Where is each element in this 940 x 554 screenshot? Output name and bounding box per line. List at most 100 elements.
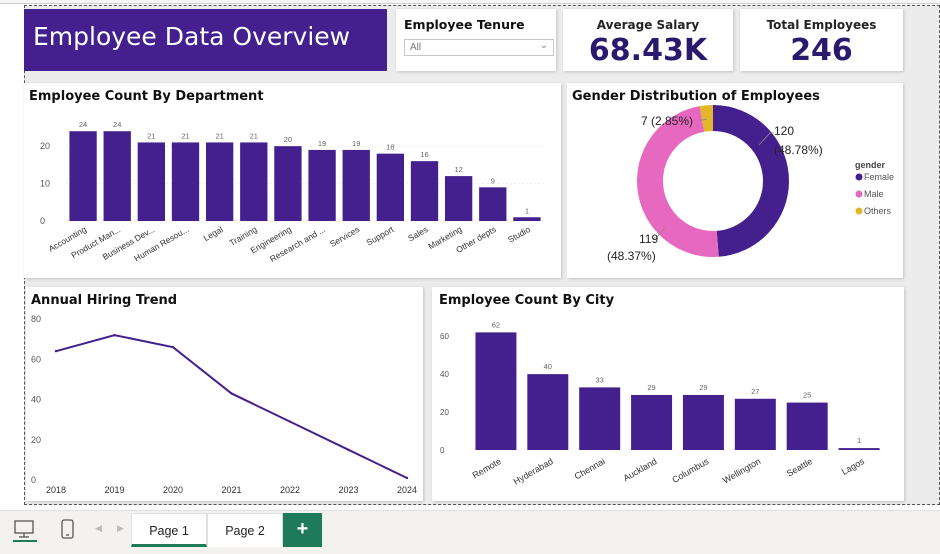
desktop-view-icon[interactable] [12, 517, 38, 542]
bar [274, 146, 302, 221]
x-tick-label: 2020 [163, 485, 183, 495]
data-label-others: 7 (2.85%) [641, 114, 693, 128]
bar [631, 394, 673, 450]
tenure-dropdown[interactable]: All ⌄ [404, 39, 554, 56]
x-tick-label: Seattle [785, 456, 814, 479]
next-page-icon[interactable]: ▶ [117, 523, 124, 534]
add-page-button[interactable]: + [283, 513, 322, 547]
tenure-slicer[interactable]: Employee Tenure All ⌄ [396, 9, 556, 71]
data-label: 16 [420, 150, 428, 159]
gender-donut-chart[interactable]: 120 (48.78%) 119 (48.37%) 7 (2.85%) gender Fem… [567, 83, 903, 278]
legend-entry: Female [864, 172, 894, 182]
y-tick-label: 0 [40, 216, 45, 226]
department-chart-card[interactable]: Employee Count By Department 0 10 20 24 Acco… [24, 83, 561, 278]
data-label: 62 [492, 320, 500, 329]
bar [479, 187, 507, 221]
legend-entry: Others [864, 206, 892, 216]
y-tick-label: 0 [31, 475, 36, 485]
data-label-female-pct: (48.78%) [774, 143, 823, 157]
x-tick-label: Sales [406, 224, 429, 243]
bar [579, 387, 621, 450]
bar [410, 161, 439, 221]
city-bar-chart[interactable]: 0 20 40 60 62 Remote 40 Hyderabad 33 Chennai 29 Auc… [432, 287, 904, 501]
x-tick-label: 2023 [338, 485, 358, 495]
x-tick-label: Wellington [721, 456, 762, 486]
data-label: 24 [113, 120, 121, 129]
x-tick-label: Chennai [573, 456, 607, 481]
x-tick-label: 2021 [221, 485, 241, 495]
data-label: 19 [352, 139, 360, 148]
x-tick-label: Hyderabad [512, 456, 555, 487]
gender-chart-card[interactable]: Gender Distribution of Employees 120 (48.… [567, 83, 903, 278]
data-label: 29 [699, 383, 707, 392]
city-chart-card[interactable]: Employee Count By City 0 20 40 60 62 Remote 40… [432, 287, 904, 501]
data-label-female-count: 120 [774, 124, 794, 138]
x-tick-label: 2019 [104, 485, 124, 495]
legend-title: gender [855, 160, 886, 170]
bar [475, 332, 517, 450]
data-point [230, 392, 233, 395]
total-employees-label: Total Employees [766, 18, 877, 32]
data-label: 24 [79, 120, 87, 129]
y-tick-label: 20 [440, 408, 449, 417]
bar [240, 142, 268, 221]
bar [103, 131, 131, 221]
x-tick-label: Support [365, 224, 396, 248]
ribbon-strip [0, 0, 940, 4]
data-label: 21 [250, 131, 258, 140]
bar [137, 142, 166, 221]
avg-salary-label: Average Salary [596, 18, 700, 32]
data-point [405, 476, 409, 480]
bar [513, 217, 541, 221]
data-point [171, 345, 175, 349]
data-label: 19 [318, 139, 326, 148]
y-tick-label: 40 [31, 395, 41, 405]
tab-page-2[interactable]: Page 2 [207, 513, 283, 547]
legend-marker [855, 173, 863, 181]
bar [527, 374, 569, 450]
previous-page-icon[interactable]: ◀ [95, 523, 102, 534]
y-tick-label: 80 [31, 314, 41, 324]
avg-salary-card: Average Salary 68.43K [563, 9, 733, 71]
bar [682, 394, 724, 450]
hiring-chart-card[interactable]: Annual Hiring Trend 0 20 40 60 80 2018 2019 202… [26, 287, 423, 501]
y-tick-label: 40 [440, 370, 449, 379]
mobile-view-icon[interactable] [58, 517, 84, 541]
series-line [55, 334, 408, 479]
bar [838, 448, 880, 450]
y-tick-label: 60 [440, 332, 449, 341]
bar [786, 402, 828, 450]
hiring-line-chart[interactable]: 0 20 40 60 80 2018 2019 2020 2021 2022 2023 2024 [26, 287, 423, 501]
data-label-male-count: 119 [639, 232, 658, 246]
data-label: 40 [544, 362, 552, 371]
y-tick-label: 10 [40, 179, 50, 189]
data-label: 20 [284, 135, 292, 144]
slicer-label: Employee Tenure [404, 17, 525, 32]
bar [308, 149, 336, 221]
bar [205, 142, 234, 221]
y-tick-label: 20 [31, 435, 41, 445]
slicer-selected-value: All [410, 42, 422, 53]
data-point [113, 333, 116, 337]
data-point [54, 350, 58, 353]
tab-page-1[interactable]: Page 1 [131, 513, 207, 547]
data-label: 21 [147, 131, 155, 140]
total-employees-value: 246 [790, 33, 853, 68]
x-tick-label: 2024 [397, 485, 417, 495]
department-bar-chart[interactable]: 0102024Accounting24Product Man...21Busin… [24, 83, 561, 278]
data-label: 33 [596, 375, 604, 384]
bar [171, 142, 200, 221]
data-label: 27 [751, 387, 759, 396]
data-label: 29 [647, 383, 655, 392]
bar [69, 131, 97, 221]
bar [444, 176, 473, 221]
x-tick-label: Columbus [670, 456, 711, 485]
legend-marker [855, 190, 863, 198]
x-tick-label: Auckland [621, 456, 658, 483]
x-tick-label: 2022 [280, 485, 300, 495]
data-label: 1 [857, 436, 861, 445]
x-tick-label: Services [328, 224, 361, 249]
x-tick-label: Legal [202, 224, 225, 243]
data-label: 1 [525, 206, 529, 215]
chevron-down-icon[interactable]: ⌄ [540, 40, 548, 51]
